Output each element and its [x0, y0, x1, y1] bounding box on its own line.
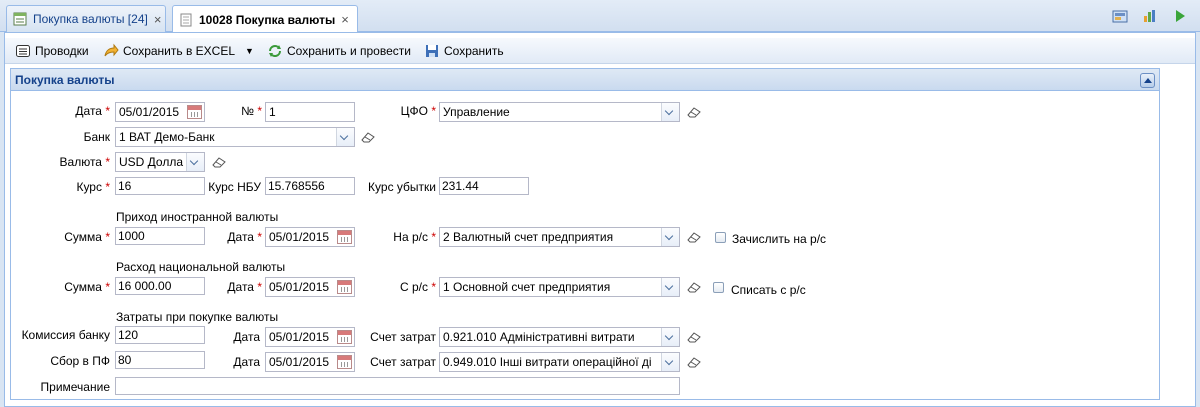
- tab-strip: Покупка валюты [24] × 10028 Покупка валю…: [0, 0, 1200, 33]
- document-icon: [179, 13, 193, 27]
- number-field[interactable]: 1: [265, 102, 355, 122]
- save-and-post-label: Сохранить и провести: [287, 44, 411, 58]
- close-icon[interactable]: ×: [341, 12, 349, 27]
- number-label: № *: [241, 104, 262, 118]
- tab-label: 10028 Покупка валюты: [199, 12, 336, 27]
- clear-eraser-icon[interactable]: [212, 156, 226, 168]
- income-account-select[interactable]: 2 Валютный счет предприятия: [439, 227, 680, 247]
- bank-select[interactable]: 1 ВАТ Демо-Банк: [115, 127, 355, 147]
- pf-date-field[interactable]: 05/01/2015: [265, 352, 355, 372]
- commission-account-label: Счет затрат: [370, 330, 436, 344]
- chevron-down-icon[interactable]: [661, 103, 679, 121]
- nbu-rate-label: Курс НБУ: [208, 180, 261, 194]
- save-excel-label: Сохранить в EXCEL: [123, 44, 236, 58]
- floppy-disk-icon: [424, 43, 440, 59]
- grid-list-icon: [13, 12, 27, 26]
- currency-label: Валюта *: [59, 155, 110, 169]
- postings-button[interactable]: Проводки: [15, 42, 89, 60]
- commission-date-field[interactable]: 05/01/2015: [265, 327, 355, 347]
- income-date-field[interactable]: 05/01/2015: [265, 227, 355, 247]
- income-account-label: На р/с *: [393, 230, 436, 244]
- calendar-icon[interactable]: [337, 355, 352, 369]
- tab-currency-purchase-list[interactable]: Покупка валюты [24] ×: [6, 5, 166, 32]
- collapse-button[interactable]: [1140, 73, 1155, 88]
- date-label: Дата *: [75, 104, 110, 118]
- chevron-down-icon[interactable]: [661, 328, 679, 346]
- refresh-icon: [267, 43, 283, 59]
- cfo-label: ЦФО *: [400, 104, 436, 118]
- chevron-down-icon[interactable]: [336, 128, 354, 146]
- expense-account-select[interactable]: 1 Основной счет предприятия: [439, 277, 680, 297]
- expense-date-label: Дата *: [227, 280, 262, 294]
- bank-label: Банк: [83, 130, 110, 144]
- save-excel-button[interactable]: Сохранить в EXCEL ▼: [103, 42, 254, 60]
- clear-eraser-icon[interactable]: [687, 281, 701, 293]
- expense-sum-input[interactable]: [115, 277, 205, 295]
- chevron-down-icon[interactable]: [661, 353, 679, 371]
- pf-account-label: Счет затрат: [370, 355, 436, 369]
- costs-section-title: Затраты при покупке валюты: [116, 310, 279, 324]
- chevron-down-icon[interactable]: [186, 153, 204, 171]
- commission-input[interactable]: [115, 326, 205, 344]
- report-icon[interactable]: [1112, 8, 1128, 24]
- currency-select[interactable]: USD Долла: [115, 152, 205, 172]
- commission-date-label: Дата: [233, 330, 260, 344]
- loss-rate-label: Курс убытки: [368, 180, 436, 194]
- expense-account-label: С р/с *: [399, 280, 436, 294]
- list-icon: [15, 43, 31, 59]
- clear-eraser-icon[interactable]: [687, 331, 701, 343]
- commission-label: Комиссия банку: [21, 328, 110, 342]
- document-toolbar: Проводки Сохранить в EXCEL ▼ Сохранить и…: [5, 38, 1195, 64]
- pf-date-label: Дата: [233, 355, 260, 369]
- pf-fee-label: Сбор в ПФ: [50, 354, 110, 368]
- postings-label: Проводки: [35, 44, 89, 58]
- clear-eraser-icon[interactable]: [687, 231, 701, 243]
- pf-account-select[interactable]: 0.949.010 Інші витрати операційної ді: [439, 352, 680, 372]
- income-section-title: Приход иностранной валюты: [116, 210, 279, 224]
- save-label: Сохранить: [444, 44, 504, 58]
- income-date-label: Дата *: [227, 230, 262, 244]
- note-label: Примечание: [40, 380, 110, 394]
- save-button[interactable]: Сохранить: [424, 42, 504, 60]
- close-icon[interactable]: ×: [154, 12, 162, 27]
- form-title: Покупка валюты: [11, 69, 1159, 91]
- rate-label: Курс *: [76, 180, 110, 194]
- date-field[interactable]: 05/01/2015: [115, 102, 205, 122]
- calendar-icon[interactable]: [187, 105, 202, 119]
- note-input[interactable]: [115, 377, 680, 395]
- expense-section-title: Расход национальной валюты: [116, 260, 286, 274]
- credit-account-checkbox[interactable]: [715, 232, 726, 243]
- export-arrow-icon: [103, 43, 119, 59]
- calendar-icon[interactable]: [337, 230, 352, 244]
- pf-fee-input[interactable]: [115, 351, 205, 369]
- calendar-icon[interactable]: [337, 330, 352, 344]
- tab-currency-purchase-document[interactable]: 10028 Покупка валюты ×: [172, 5, 358, 33]
- income-sum-label: Сумма *: [64, 230, 110, 244]
- save-and-post-button[interactable]: Сохранить и провести: [267, 42, 411, 60]
- rate-input[interactable]: [115, 177, 205, 195]
- chart-icon[interactable]: [1142, 8, 1158, 24]
- income-sum-input[interactable]: [115, 227, 205, 245]
- chevron-down-icon[interactable]: [661, 228, 679, 246]
- credit-account-label: Зачислить на р/с: [732, 232, 827, 246]
- chevron-down-icon[interactable]: [661, 278, 679, 296]
- clear-eraser-icon[interactable]: [361, 131, 375, 143]
- cfo-select[interactable]: Управление: [439, 102, 680, 122]
- play-icon[interactable]: [1172, 8, 1188, 24]
- tab-label: Покупка валюты [24]: [33, 12, 148, 26]
- calendar-icon[interactable]: [337, 280, 352, 294]
- loss-rate-input[interactable]: [439, 177, 529, 195]
- debit-account-checkbox[interactable]: [713, 282, 724, 293]
- commission-account-select[interactable]: 0.921.010 Адміністративні витрати: [439, 327, 680, 347]
- expense-sum-label: Сумма *: [64, 280, 110, 294]
- expense-date-field[interactable]: 05/01/2015: [265, 277, 355, 297]
- clear-eraser-icon[interactable]: [687, 356, 701, 368]
- clear-eraser-icon[interactable]: [687, 106, 701, 118]
- debit-account-label: Списать с р/с: [731, 283, 806, 297]
- nbu-rate-input[interactable]: [265, 177, 355, 195]
- dropdown-arrow-icon[interactable]: ▼: [245, 46, 254, 56]
